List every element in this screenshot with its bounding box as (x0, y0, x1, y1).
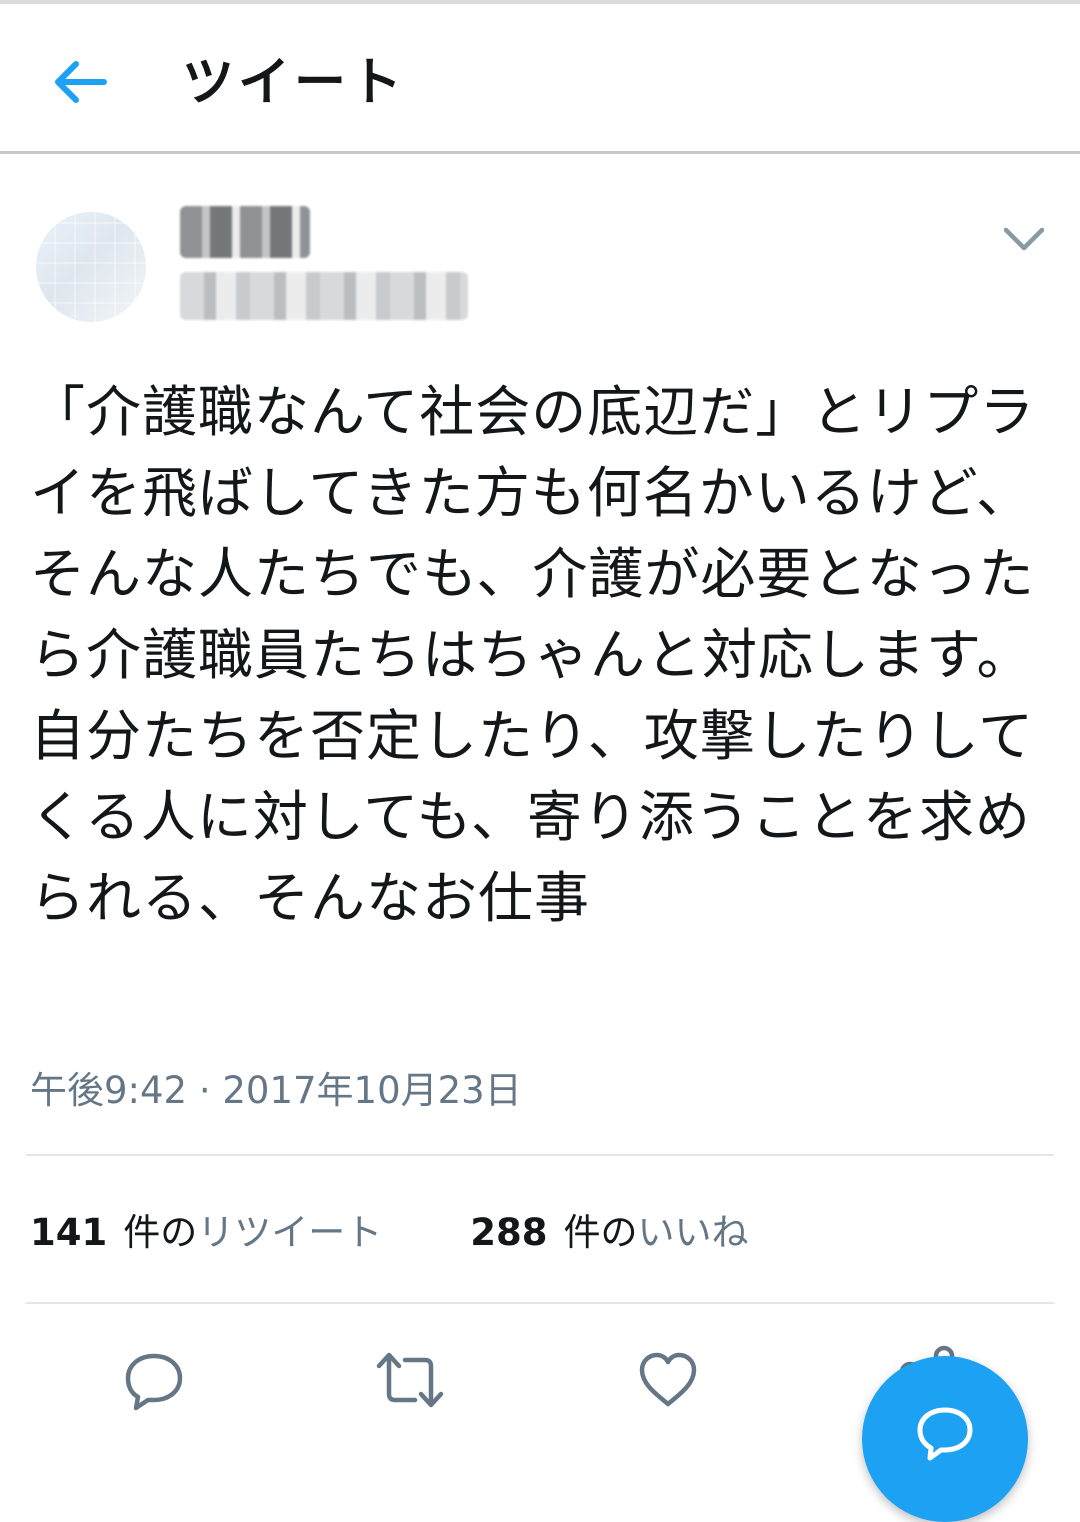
retweet-count-label: リツイート (197, 1211, 383, 1254)
heart-icon (639, 1352, 697, 1407)
retweet-button[interactable] (374, 1344, 446, 1416)
like-count-value: 288 (470, 1211, 548, 1254)
divider (26, 1154, 1054, 1156)
like-count-label: いいね (637, 1211, 749, 1254)
tweet-menu-button[interactable] (994, 214, 1054, 264)
user-display-name-redacted[interactable] (180, 206, 310, 258)
retweet-count-unit: 件の (123, 1211, 198, 1254)
compose-fab[interactable] (862, 1356, 1028, 1522)
tweet-timestamp[interactable]: 午後9:42 · 2017年10月23日 (30, 1060, 522, 1114)
like-button[interactable] (632, 1344, 704, 1416)
reply-icon (125, 1353, 183, 1411)
like-count[interactable]: 288 件の いいね (470, 1202, 748, 1256)
avatar[interactable] (36, 212, 146, 322)
retweet-icon (376, 1352, 444, 1408)
reply-button[interactable] (118, 1344, 190, 1416)
user-handle-redacted[interactable] (180, 272, 468, 320)
like-count-unit: 件の (563, 1211, 638, 1254)
retweet-count-value: 141 (30, 1211, 108, 1254)
chevron-down-icon (1003, 227, 1045, 251)
tweet-text: 「介護職なんて社会の底辺だ」とリプライを飛ばしてきた方も何名かいるけど、そんな人… (30, 380, 1036, 930)
tweet-stats: 141 件の リツイート 288 件の いいね (30, 1202, 836, 1256)
compose-icon (917, 1407, 973, 1461)
retweet-count[interactable]: 141 件の リツイート (30, 1202, 382, 1256)
arrow-left-icon (55, 61, 107, 103)
back-button[interactable] (40, 42, 120, 122)
top-app-bar: ツイート (0, 4, 1080, 154)
page-title: ツイート (182, 53, 407, 113)
